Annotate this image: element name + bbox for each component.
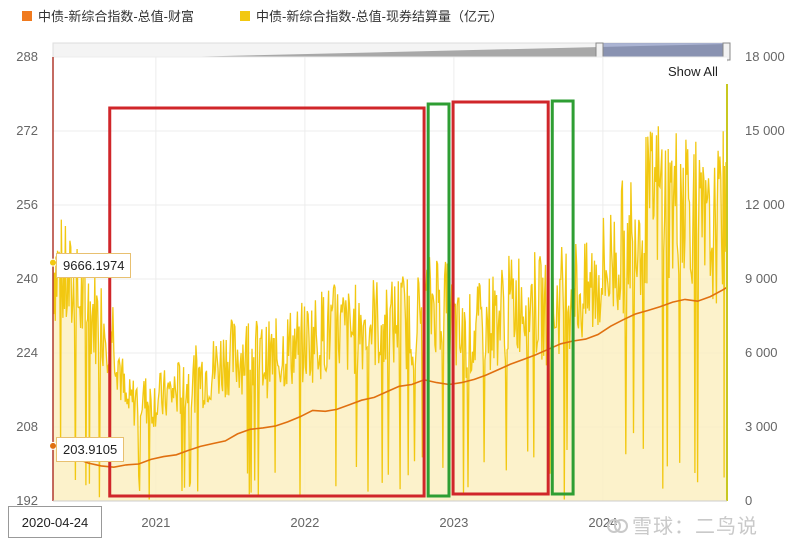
y-right-tick-label: 15 000 bbox=[745, 123, 785, 138]
watermark: 雪球：二鸟说 bbox=[606, 510, 758, 539]
y-right-tick-label: 9 000 bbox=[745, 271, 778, 286]
show-all-button[interactable]: Show All bbox=[668, 64, 718, 79]
snowball-logo-icon bbox=[607, 519, 628, 533]
y-right-tick-label: 18 000 bbox=[745, 49, 785, 64]
watermark-text: 雪球：二鸟说 bbox=[632, 516, 758, 538]
crosshair-date-label: 2020-04-24 bbox=[8, 506, 102, 538]
x-tick-label: 2021 bbox=[141, 515, 170, 530]
y-right-tick-label: 0 bbox=[745, 493, 752, 508]
tooltip-index: 203.9105 bbox=[56, 437, 125, 462]
y-left-tick-label: 256 bbox=[16, 197, 38, 212]
y-left-tick-label: 208 bbox=[16, 419, 38, 434]
y-right-tick-label: 12 000 bbox=[745, 197, 785, 212]
x-tick-label: 2023 bbox=[439, 515, 468, 530]
y-left-tick-label: 272 bbox=[16, 123, 38, 138]
x-tick-label: 2022 bbox=[290, 515, 319, 530]
y-left-tick-label: 240 bbox=[16, 271, 38, 286]
y-left-tick-label: 224 bbox=[16, 345, 38, 360]
y-right-tick-label: 6 000 bbox=[745, 345, 778, 360]
tooltip-volume: 9666.1974 bbox=[56, 253, 132, 278]
y-right-tick-label: 3 000 bbox=[745, 419, 778, 434]
y-left-tick-label: 288 bbox=[16, 49, 38, 64]
